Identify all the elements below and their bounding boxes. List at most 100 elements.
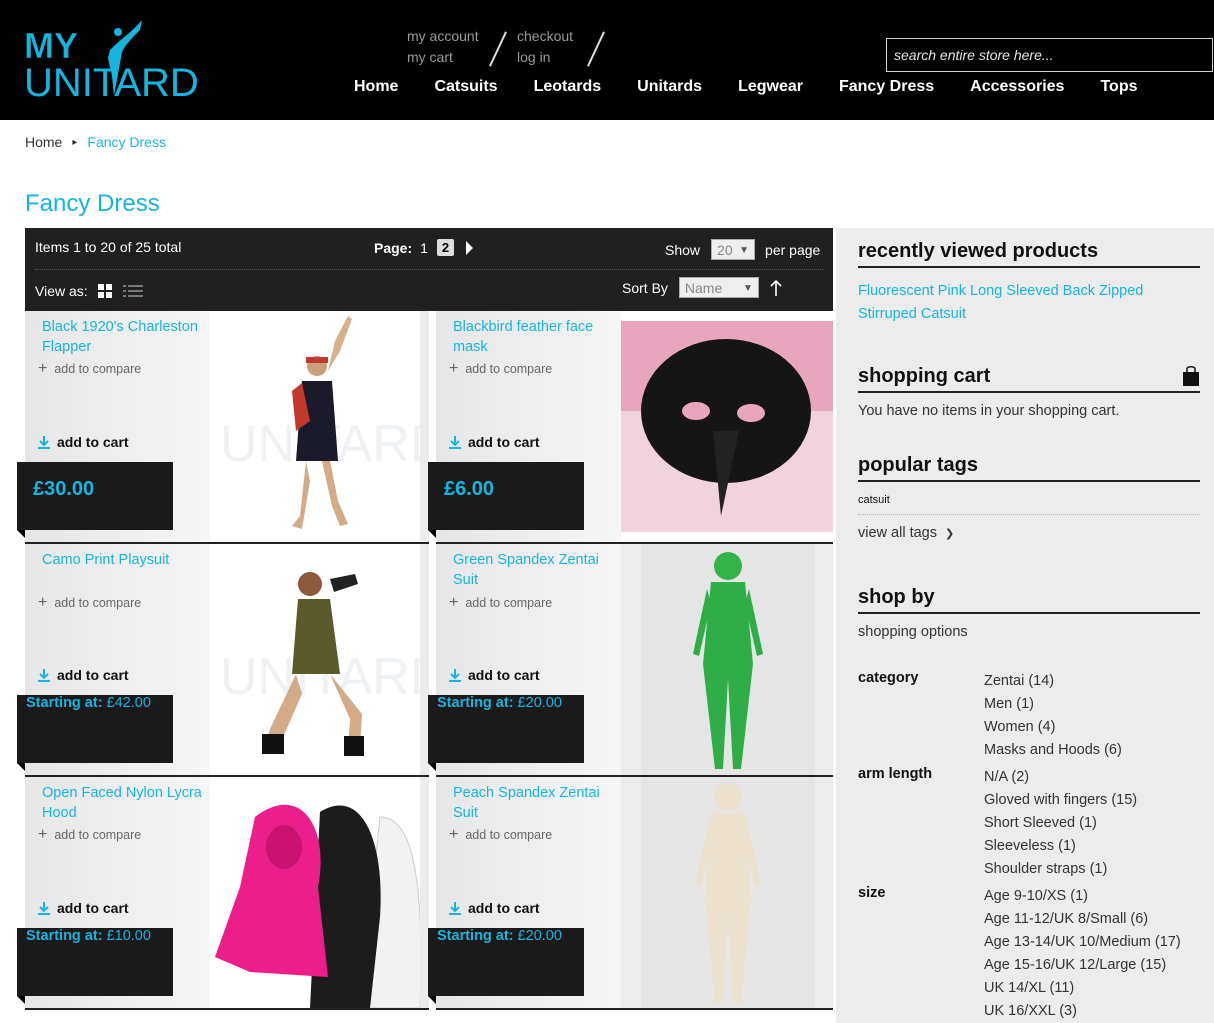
product-name[interactable]: Peach Spandex Zentai Suit [453, 783, 623, 823]
download-icon [38, 668, 50, 682]
add-to-compare-link[interactable]: + add to compare [38, 361, 141, 377]
shopping-cart-title-text: shopping cart [858, 365, 991, 387]
logo[interactable]: MY UNITARD [22, 18, 218, 105]
filter-option[interactable]: UK 16/XXL (3) [984, 1000, 1181, 1023]
filter-option[interactable]: Age 15-16/UK 12/Large (15) [984, 954, 1181, 977]
compare-label: add to compare [465, 828, 553, 842]
add-to-cart-button[interactable]: add to cart [38, 667, 129, 683]
product-image[interactable]: UNITARD [210, 311, 420, 542]
product-item: Blackbird feather face mask + add to comp… [428, 311, 833, 544]
price-value: £20.00 [517, 695, 562, 711]
add-to-compare-link[interactable]: + add to compare [38, 827, 141, 843]
view-all-tags-link[interactable]: view all tags ❯ [858, 525, 1200, 541]
add-to-compare-link[interactable]: + add to compare [449, 360, 552, 377]
page-link-1[interactable]: 1 [420, 240, 428, 256]
search-input[interactable] [887, 39, 1212, 71]
nav-home[interactable]: Home [336, 78, 416, 100]
tag-link[interactable]: catsuit [858, 494, 1200, 506]
filter-option[interactable]: Gloved with fingers (15) [984, 789, 1137, 812]
product-name[interactable]: Green Spandex Zentai Suit [453, 550, 623, 590]
nav-legwear[interactable]: Legwear [720, 78, 821, 100]
add-to-cart-label: add to cart [57, 667, 129, 683]
nav-accessories[interactable]: Accessories [952, 78, 1082, 100]
search-box [886, 38, 1213, 72]
site-header: MY UNITARD my account my cart checkout l… [0, 0, 1214, 120]
shopping-cart-title: shopping cart [858, 365, 1200, 393]
product-image[interactable] [641, 544, 815, 775]
download-icon [38, 901, 50, 915]
filter-option[interactable]: Men (1) [984, 693, 1122, 716]
cart-empty-message: You have no items in your shopping cart. [858, 403, 1120, 419]
download-icon [449, 668, 461, 682]
nav-catsuits[interactable]: Catsuits [416, 78, 515, 100]
breadcrumb-current: Fancy Dress [87, 134, 166, 150]
nav-tops[interactable]: Tops [1082, 78, 1155, 100]
sort-select[interactable]: Name ▼ [678, 277, 759, 298]
next-page-icon[interactable] [466, 240, 474, 255]
add-to-cart-label: add to cart [468, 667, 540, 683]
product-name[interactable]: Open Faced Nylon Lycra Hood [42, 783, 212, 823]
product-image[interactable] [210, 777, 420, 1008]
add-to-cart-button[interactable]: add to cart [38, 900, 129, 916]
grid-view-icon[interactable] [97, 284, 112, 298]
toolbar-divider [35, 269, 823, 270]
product-image[interactable]: UNITARD [210, 544, 420, 775]
list-view-icon[interactable] [122, 284, 143, 298]
recently-viewed-item[interactable]: Fluorescent Pink Long Sleeved Back Zippe… [858, 280, 1200, 326]
nav-unitards[interactable]: Unitards [619, 78, 720, 100]
filter-option[interactable]: Shoulder straps (1) [984, 858, 1137, 881]
product-price: Starting at: £20.00 [428, 695, 584, 771]
filter-option[interactable]: Short Sleeved (1) [984, 812, 1137, 835]
nav-fancy-dress[interactable]: Fancy Dress [821, 78, 952, 100]
product-price: £30.00 [17, 462, 173, 538]
filter-option[interactable]: Masks and Hoods (6) [984, 739, 1122, 762]
filter-option[interactable]: Age 9-10/XS (1) [984, 885, 1181, 908]
filter-option[interactable]: Zentai (14) [984, 670, 1122, 693]
view-mode: View as: [35, 283, 143, 299]
filter-option[interactable]: Sleeveless (1) [984, 835, 1137, 858]
view-as-label: View as: [35, 283, 88, 299]
filter-option[interactable]: Age 11-12/UK 8/Small (6) [984, 908, 1181, 931]
sort-direction-icon[interactable] [769, 279, 783, 297]
filter-label: arm length [858, 766, 933, 782]
filter-option[interactable]: UK 14/XL (11) [984, 977, 1181, 1000]
popular-tags-block: popular tags catsuit view all tags ❯ [858, 454, 1200, 541]
product-info: Blackbird feather face mask + add to comp… [428, 311, 623, 542]
my-account-link[interactable]: my account [407, 26, 497, 47]
product-price: Starting at: £42.00 [17, 695, 173, 771]
add-to-compare-link[interactable]: + add to compare [38, 594, 141, 611]
checkout-link[interactable]: checkout [517, 26, 607, 47]
plus-icon: + [38, 594, 48, 611]
product-name[interactable]: Camo Print Playsuit [42, 550, 212, 570]
breadcrumb-home[interactable]: Home [25, 134, 62, 150]
filter-option[interactable]: N/A (2) [984, 766, 1137, 789]
add-to-cart-button[interactable]: add to cart [449, 434, 540, 450]
price-value: £30.00 [33, 478, 95, 500]
add-to-cart-button[interactable]: add to cart [38, 434, 129, 450]
product-name[interactable]: Blackbird feather face mask [453, 317, 623, 357]
add-to-cart-button[interactable]: add to cart [449, 667, 540, 683]
my-cart-link[interactable]: my cart [407, 47, 497, 68]
filter-option[interactable]: Age 13-14/UK 10/Medium (17) [984, 931, 1181, 954]
add-to-cart-label: add to cart [57, 434, 129, 450]
add-to-compare-link[interactable]: + add to compare [449, 827, 553, 843]
price-prefix: Starting at: [26, 695, 103, 711]
shop-by-block: shop by shopping options [858, 586, 1200, 640]
add-to-cart-button[interactable]: add to cart [449, 900, 540, 916]
filter-option[interactable]: Women (4) [984, 716, 1122, 739]
add-to-compare-link[interactable]: + add to compare [449, 595, 552, 611]
product-image[interactable] [641, 777, 815, 1008]
price-prefix: Starting at: [437, 695, 514, 711]
product-image[interactable] [621, 311, 833, 542]
filter-size: size Age 9-10/XS (1) Age 11-12/UK 8/Smal… [858, 885, 1200, 1023]
download-icon [38, 435, 50, 449]
download-icon [449, 901, 461, 915]
product-price: Starting at: £10.00 [17, 928, 173, 1004]
page-current-2: 2 [436, 239, 455, 256]
recently-viewed-block: recently viewed products Fluorescent Pin… [858, 240, 1200, 326]
nav-leotards[interactable]: Leotards [516, 78, 620, 100]
product-name[interactable]: Black 1920's Charleston Flapper [42, 317, 212, 357]
per-page-select[interactable]: 20 ▼ [711, 239, 756, 260]
plus-icon: + [449, 360, 459, 377]
shopping-cart-block: shopping cart You have no items in your … [858, 365, 1200, 419]
